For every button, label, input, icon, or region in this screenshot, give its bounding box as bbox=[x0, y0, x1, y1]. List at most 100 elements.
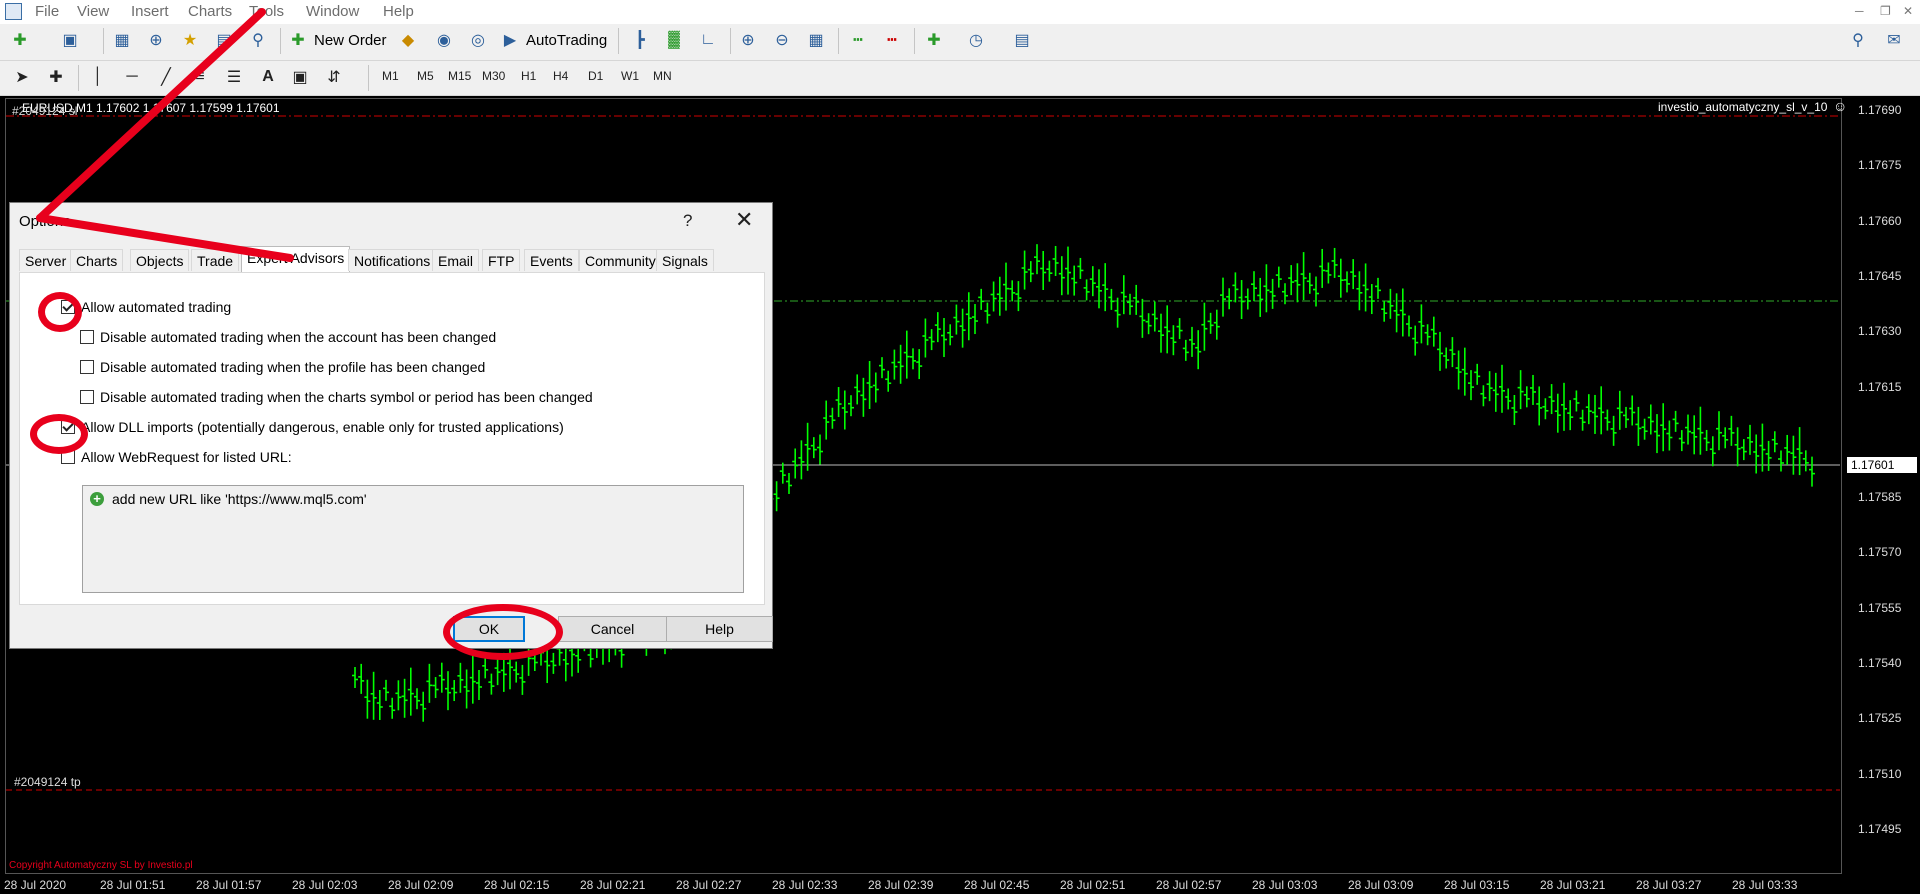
tab-trade[interactable]: Trade bbox=[191, 249, 240, 271]
tab-objects[interactable]: Objects bbox=[130, 249, 190, 271]
dialog-help-icon[interactable]: ? bbox=[683, 211, 692, 231]
new-order-button[interactable]: New Order bbox=[314, 32, 387, 49]
menu-charts[interactable]: Charts bbox=[188, 3, 232, 20]
new-order-icon[interactable]: ✚ bbox=[286, 28, 310, 52]
tab-community[interactable]: Community bbox=[579, 249, 662, 271]
fibonacci-icon[interactable]: ☰ bbox=[222, 65, 246, 89]
new-chart-icon[interactable]: ✚ bbox=[8, 28, 32, 52]
tab-charts[interactable]: Charts bbox=[70, 249, 124, 271]
timeframe-h4[interactable]: H4 bbox=[553, 69, 568, 83]
profiles-icon[interactable]: ▣ bbox=[58, 28, 82, 52]
ohlc-bar bbox=[1362, 263, 1369, 312]
timeframe-w1[interactable]: W1 bbox=[621, 69, 639, 83]
allow-dll-imports-option[interactable]: Allow DLL imports (potentially dangerous… bbox=[61, 419, 564, 435]
ohlc-bar bbox=[1579, 409, 1586, 431]
templates-icon[interactable]: ▤ bbox=[1010, 28, 1034, 52]
arrows-icon[interactable]: ⇵ bbox=[322, 65, 346, 89]
disable-on-profile-change-option[interactable]: Disable automated trading when the profi… bbox=[80, 359, 485, 375]
allow-automated-trading-option[interactable]: Allow automated trading bbox=[61, 299, 231, 315]
tab-ftp[interactable]: FTP bbox=[482, 249, 521, 271]
candlestick-icon[interactable]: ▓ bbox=[662, 28, 686, 52]
metaquotes-icon[interactable]: ◉ bbox=[432, 28, 456, 52]
chart-shift-icon[interactable]: ┅ bbox=[846, 28, 870, 52]
line-chart-icon[interactable]: ∟ bbox=[696, 28, 720, 52]
equidistant-channel-icon[interactable]: ≡ bbox=[188, 65, 212, 89]
menu-view[interactable]: View bbox=[77, 3, 109, 20]
zoom-in-icon[interactable]: ⊕ bbox=[736, 28, 760, 52]
menu-window[interactable]: Window bbox=[306, 3, 359, 20]
tab-expert-advisors[interactable]: Expert Advisors bbox=[241, 246, 351, 272]
tab-signals[interactable]: Signals bbox=[656, 249, 714, 271]
tab-email[interactable]: Email bbox=[432, 249, 480, 271]
help-button[interactable]: Help bbox=[666, 616, 773, 642]
timeframe-m15[interactable]: M15 bbox=[448, 69, 471, 83]
disable-on-account-change-option[interactable]: Disable automated trading when the accou… bbox=[80, 329, 496, 345]
allow-webrequest-checkbox[interactable] bbox=[61, 450, 75, 464]
ohlc-bar bbox=[953, 304, 960, 335]
disable-on-symbol-change-checkbox[interactable] bbox=[80, 390, 94, 404]
metaeditor-icon[interactable]: ◆ bbox=[396, 28, 420, 52]
horizontal-line-icon[interactable]: ─ bbox=[120, 65, 144, 89]
text-label-icon[interactable]: ▣ bbox=[288, 65, 312, 89]
menu-insert[interactable]: Insert bbox=[131, 3, 169, 20]
add-url-placeholder[interactable]: add new URL like 'https://www.mql5.com' bbox=[112, 491, 367, 507]
disable-on-account-change-checkbox[interactable] bbox=[80, 330, 94, 344]
bar-chart-icon[interactable]: ┣ bbox=[628, 28, 652, 52]
timeframe-m1[interactable]: M1 bbox=[382, 69, 399, 83]
search-icon[interactable]: ⚲ bbox=[1846, 28, 1870, 52]
menu-file[interactable]: File bbox=[35, 3, 59, 20]
tab-events[interactable]: Events bbox=[524, 249, 579, 271]
disable-on-profile-change-checkbox[interactable] bbox=[80, 360, 94, 374]
ohlc-bar bbox=[1040, 250, 1047, 290]
data-window-icon[interactable]: ⊕ bbox=[144, 28, 168, 52]
timeframe-mn[interactable]: MN bbox=[653, 69, 672, 83]
strategy-tester-icon[interactable]: ⚲ bbox=[246, 28, 270, 52]
crosshair-icon[interactable]: ✚ bbox=[44, 65, 68, 89]
menu-tools[interactable]: Tools bbox=[249, 3, 284, 20]
timeframe-m5[interactable]: M5 bbox=[417, 69, 434, 83]
allow-dll-imports-checkbox[interactable] bbox=[61, 420, 75, 434]
allow-automated-trading-checkbox[interactable] bbox=[61, 300, 75, 314]
tile-windows-icon[interactable]: ▦ bbox=[804, 28, 828, 52]
vertical-line-icon[interactable]: │ bbox=[86, 65, 110, 89]
price-axis-label: 1.17630 bbox=[1858, 324, 1902, 339]
autotrading-button[interactable]: AutoTrading bbox=[526, 32, 607, 49]
market-watch-icon[interactable]: ▦ bbox=[110, 28, 134, 52]
allow-webrequest-option[interactable]: Allow WebRequest for listed URL: bbox=[61, 449, 292, 465]
minimize-icon[interactable]: ─ bbox=[1855, 4, 1864, 18]
timeframe-d1[interactable]: D1 bbox=[588, 69, 603, 83]
ohlc-bar bbox=[996, 276, 1003, 316]
close-window-icon[interactable]: ✕ bbox=[1903, 4, 1913, 18]
terminal-icon[interactable]: ▤ bbox=[212, 28, 236, 52]
signals-icon[interactable]: ◎ bbox=[466, 28, 490, 52]
cancel-button[interactable]: Cancel bbox=[558, 616, 667, 642]
restore-icon[interactable]: ❐ bbox=[1880, 4, 1891, 18]
timeframe-m30[interactable]: M30 bbox=[482, 69, 505, 83]
ohlc-bar bbox=[1672, 410, 1679, 432]
navigator-icon[interactable]: ★ bbox=[178, 28, 202, 52]
zoom-out-icon[interactable]: ⊖ bbox=[770, 28, 794, 52]
timeframe-h1[interactable]: H1 bbox=[521, 69, 536, 83]
trendline-icon[interactable]: ╱ bbox=[154, 65, 178, 89]
disable-on-symbol-change-option[interactable]: Disable automated trading when the chart… bbox=[80, 389, 593, 405]
ok-button[interactable]: OK bbox=[453, 616, 525, 642]
menu-help[interactable]: Help bbox=[383, 3, 414, 20]
autotrading-icon[interactable]: ▶ bbox=[498, 28, 522, 52]
dialog-close-icon[interactable]: ✕ bbox=[735, 207, 753, 233]
ohlc-bar bbox=[1424, 324, 1431, 346]
periods-icon[interactable]: ◷ bbox=[964, 28, 988, 52]
add-url-icon[interactable]: + bbox=[90, 492, 104, 506]
ohlc-bar bbox=[1703, 429, 1710, 451]
tab-notifications[interactable]: Notifications bbox=[348, 249, 437, 271]
indicators-icon[interactable]: ✚ bbox=[922, 28, 946, 52]
chat-icon[interactable]: ✉ bbox=[1882, 28, 1906, 52]
tab-server[interactable]: Server bbox=[19, 249, 73, 271]
ohlc-bar bbox=[1573, 390, 1580, 412]
cursor-icon[interactable]: ➤ bbox=[10, 65, 34, 89]
ohlc-bar bbox=[1325, 262, 1332, 284]
autoscroll-icon[interactable]: ┅ bbox=[880, 28, 904, 52]
ohlc-bar bbox=[1275, 266, 1282, 288]
webrequest-url-list[interactable]: + add new URL like 'https://www.mql5.com… bbox=[82, 485, 744, 593]
text-icon[interactable]: A bbox=[256, 65, 280, 89]
ohlc-bar bbox=[1027, 261, 1034, 283]
